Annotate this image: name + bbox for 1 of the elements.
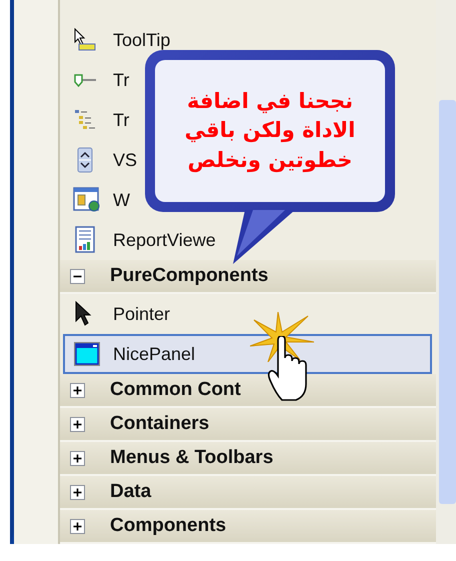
- callout-text: نجحنا في اضافة الاداة ولكن باقي خطوتين ونخلص: [184, 88, 356, 174]
